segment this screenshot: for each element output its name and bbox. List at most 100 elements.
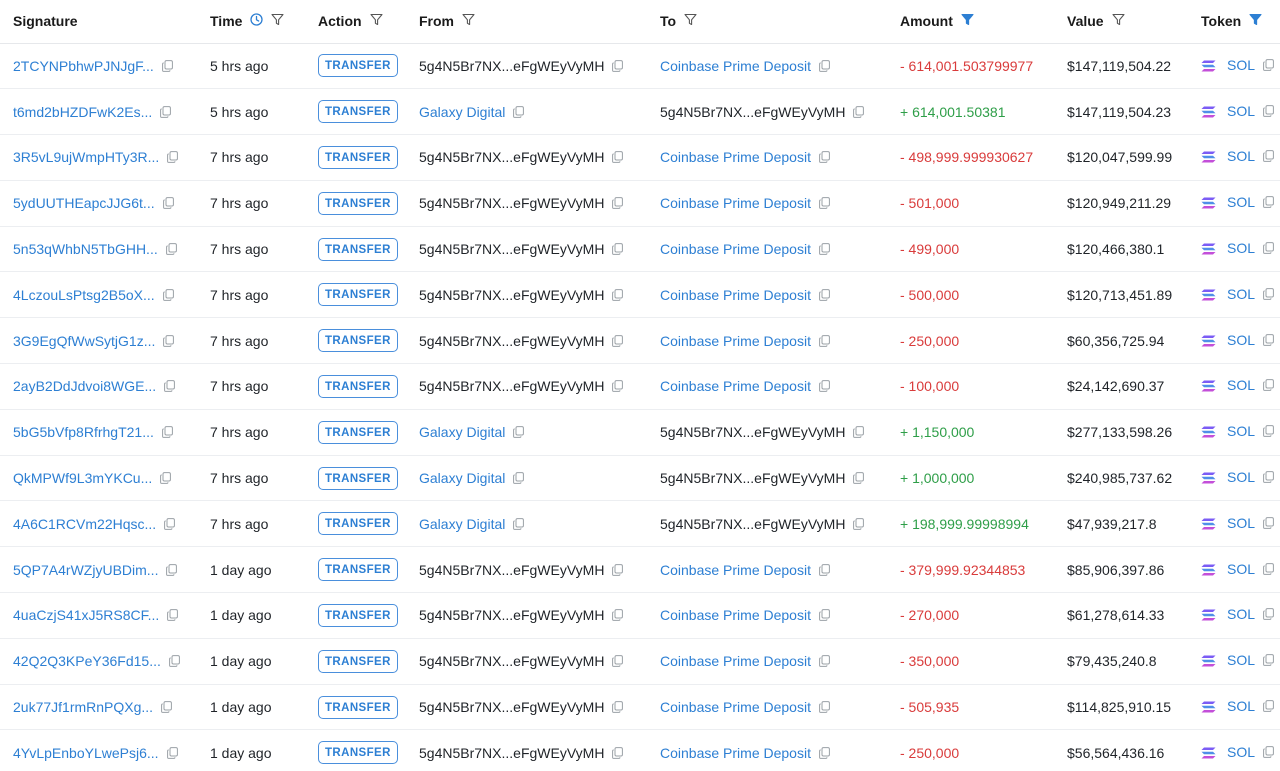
from-address[interactable]: Galaxy Digital	[419, 424, 505, 440]
from-address[interactable]: 5g4N5Br7NX...eFgWEyVyMH	[419, 287, 604, 303]
copy-icon[interactable]	[819, 197, 830, 210]
signature-link[interactable]: 2ayB2DdJdvoi8WGE...	[13, 378, 156, 394]
copy-icon[interactable]	[164, 380, 176, 393]
from-address[interactable]: 5g4N5Br7NX...eFgWEyVyMH	[419, 333, 604, 349]
copy-icon[interactable]	[819, 288, 830, 301]
copy-icon[interactable]	[1263, 425, 1274, 438]
copy-icon[interactable]	[165, 243, 177, 255]
copy-icon[interactable]	[166, 563, 178, 576]
from-address[interactable]: 5g4N5Br7NX...eFgWEyVyMH	[419, 699, 604, 715]
signature-link[interactable]: 2uk77Jf1rmRnPQXg...	[13, 699, 153, 715]
token-link[interactable]: SOL	[1227, 332, 1255, 348]
copy-icon[interactable]	[1263, 150, 1274, 163]
from-address[interactable]: Galaxy Digital	[419, 470, 505, 486]
copy-icon[interactable]	[853, 105, 865, 118]
to-address[interactable]: Coinbase Prime Deposit	[660, 333, 811, 349]
token-link[interactable]: SOL	[1227, 57, 1255, 73]
copy-icon[interactable]	[160, 472, 172, 484]
copy-icon[interactable]	[167, 609, 179, 622]
copy-icon[interactable]	[612, 655, 624, 668]
signature-link[interactable]: 5n53qWhbN5TbGHH...	[13, 241, 158, 257]
copy-icon[interactable]	[853, 472, 865, 484]
token-link[interactable]: SOL	[1227, 744, 1255, 760]
token-link[interactable]: SOL	[1227, 148, 1255, 164]
copy-icon[interactable]	[1263, 562, 1274, 575]
signature-link[interactable]: 2TCYNPbhwPJNJgF...	[13, 58, 154, 74]
from-address[interactable]: 5g4N5Br7NX...eFgWEyVyMH	[419, 607, 604, 623]
copy-icon[interactable]	[168, 655, 180, 668]
from-address[interactable]: 5g4N5Br7NX...eFgWEyVyMH	[419, 745, 604, 761]
copy-icon[interactable]	[612, 380, 624, 393]
copy-icon[interactable]	[161, 701, 172, 713]
token-link[interactable]: SOL	[1227, 103, 1255, 119]
copy-icon[interactable]	[819, 563, 830, 576]
copy-icon[interactable]	[1263, 58, 1274, 71]
copy-icon[interactable]	[612, 197, 624, 210]
copy-icon[interactable]	[819, 701, 830, 713]
copy-icon[interactable]	[819, 380, 830, 393]
token-link[interactable]: SOL	[1227, 698, 1255, 714]
clock-icon[interactable]	[250, 13, 264, 29]
copy-icon[interactable]	[161, 426, 173, 439]
signature-link[interactable]: 4YvLpEnboYLwePsj6...	[13, 745, 159, 761]
filter-icon[interactable]	[462, 13, 475, 29]
signature-link[interactable]: 4uaCzjS41xJ5RS8CF...	[13, 607, 159, 623]
copy-icon[interactable]	[612, 151, 624, 164]
to-address[interactable]: Coinbase Prime Deposit	[660, 745, 811, 761]
copy-icon[interactable]	[1263, 654, 1274, 667]
from-address[interactable]: 5g4N5Br7NX...eFgWEyVyMH	[419, 241, 604, 257]
copy-icon[interactable]	[513, 472, 525, 484]
to-address[interactable]: Coinbase Prime Deposit	[660, 699, 811, 715]
filter-active-icon[interactable]	[961, 13, 974, 29]
token-link[interactable]: SOL	[1227, 561, 1255, 577]
token-link[interactable]: SOL	[1227, 652, 1255, 668]
signature-link[interactable]: 3R5vL9ujWmpHTy3R...	[13, 149, 159, 165]
copy-icon[interactable]	[612, 746, 624, 759]
token-link[interactable]: SOL	[1227, 606, 1255, 622]
signature-link[interactable]: 3G9EgQfWwSytjG1z...	[13, 333, 155, 349]
copy-icon[interactable]	[1263, 700, 1274, 712]
copy-icon[interactable]	[819, 655, 830, 668]
signature-link[interactable]: 5bG5bVfp8RfrhgT21...	[13, 424, 154, 440]
copy-icon[interactable]	[1263, 104, 1274, 117]
copy-icon[interactable]	[162, 288, 174, 301]
copy-icon[interactable]	[819, 151, 830, 164]
to-address[interactable]: Coinbase Prime Deposit	[660, 149, 811, 165]
token-link[interactable]: SOL	[1227, 377, 1255, 393]
signature-link[interactable]: 4A6C1RCVm22Hqsc...	[13, 516, 156, 532]
copy-icon[interactable]	[513, 105, 525, 118]
from-address[interactable]: 5g4N5Br7NX...eFgWEyVyMH	[419, 562, 604, 578]
copy-icon[interactable]	[1263, 379, 1274, 392]
filter-icon[interactable]	[1112, 13, 1125, 29]
to-address[interactable]: Coinbase Prime Deposit	[660, 241, 811, 257]
to-address[interactable]: Coinbase Prime Deposit	[660, 287, 811, 303]
signature-link[interactable]: 42Q2Q3KPeY36Fd15...	[13, 653, 161, 669]
copy-icon[interactable]	[166, 746, 178, 759]
copy-icon[interactable]	[819, 746, 830, 759]
copy-icon[interactable]	[513, 426, 525, 439]
from-address[interactable]: Galaxy Digital	[419, 516, 505, 532]
copy-icon[interactable]	[1263, 471, 1274, 483]
copy-icon[interactable]	[161, 59, 173, 72]
copy-icon[interactable]	[612, 334, 624, 347]
filter-icon[interactable]	[370, 13, 383, 29]
to-address[interactable]: 5g4N5Br7NX...eFgWEyVyMH	[660, 470, 845, 486]
copy-icon[interactable]	[612, 59, 624, 72]
from-address[interactable]: 5g4N5Br7NX...eFgWEyVyMH	[419, 378, 604, 394]
from-address[interactable]: 5g4N5Br7NX...eFgWEyVyMH	[419, 653, 604, 669]
copy-icon[interactable]	[1263, 333, 1274, 346]
filter-icon[interactable]	[684, 13, 697, 29]
copy-icon[interactable]	[1263, 516, 1274, 529]
from-address[interactable]: Galaxy Digital	[419, 104, 505, 120]
copy-icon[interactable]	[1263, 287, 1274, 300]
copy-icon[interactable]	[612, 288, 624, 301]
token-link[interactable]: SOL	[1227, 194, 1255, 210]
copy-icon[interactable]	[612, 609, 624, 622]
copy-icon[interactable]	[1263, 608, 1274, 621]
copy-icon[interactable]	[819, 243, 830, 255]
token-link[interactable]: SOL	[1227, 240, 1255, 256]
copy-icon[interactable]	[819, 59, 830, 72]
to-address[interactable]: Coinbase Prime Deposit	[660, 607, 811, 623]
to-address[interactable]: 5g4N5Br7NX...eFgWEyVyMH	[660, 424, 845, 440]
copy-icon[interactable]	[513, 517, 525, 530]
